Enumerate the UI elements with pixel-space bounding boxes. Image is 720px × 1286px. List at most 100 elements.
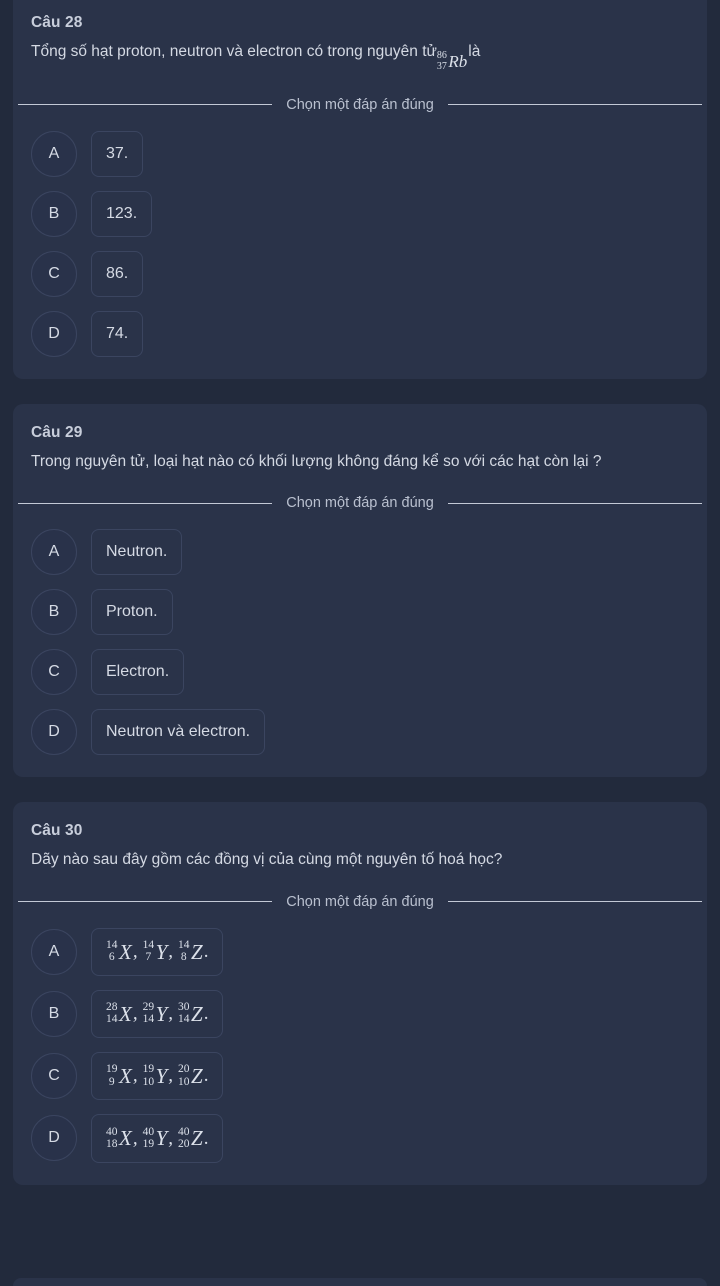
isotope-mass-number: 19 [142, 1063, 155, 1076]
choose-answer-label: Chọn một đáp án đúng [286, 495, 434, 512]
question-number: Câu 29 [31, 423, 83, 441]
option-row[interactable]: A Neutron. [31, 529, 689, 576]
question-card: Câu 30 Dãy nào sau đây gồm các đồng vị c… [13, 802, 707, 1185]
option-answer-box[interactable]: 123. [91, 190, 153, 237]
isotope-symbol: Z [191, 1001, 203, 1026]
choose-answer-divider: Chọn một đáp án đúng [13, 894, 707, 910]
isotope-mass-number: 40 [142, 1125, 155, 1138]
isotope-atomic-number: 20 [178, 1137, 190, 1150]
isotope-symbol: Z [191, 1126, 203, 1151]
isotope-mass-number: 40 [106, 1125, 118, 1138]
isotope-atomic-number: 8 [180, 951, 187, 964]
isotope-symbol: Z [191, 939, 203, 964]
choose-answer-label: Chọn một đáp án đúng [286, 893, 434, 910]
choose-answer-divider: Chọn một đáp án đúng [13, 97, 707, 113]
question-number: Câu 28 [31, 14, 83, 31]
divider-rule-right [447, 901, 702, 903]
isotope-atomic-number: 14 [178, 1013, 190, 1026]
isotope-symbol: Rb [448, 51, 468, 71]
options-list: A 14 6 X, 14 7 Y, 14 8 Z. B 28 14 X, 29 14 Y, 30 14… [31, 920, 689, 1163]
isotope-mass-number: 14 [142, 938, 155, 951]
option-answer-box[interactable]: 37. [91, 130, 144, 177]
option-row[interactable]: A 37. [31, 130, 689, 177]
option-key-badge[interactable]: D [31, 310, 77, 357]
question-text: Tổng số hạt proton, neutron và electron … [31, 41, 689, 75]
option-key-badge[interactable]: A [31, 928, 77, 975]
option-key-badge[interactable]: C [31, 250, 77, 297]
isotope-atomic-number: 10 [142, 1075, 155, 1088]
isotope-atomic-number: 6 [108, 951, 115, 964]
next-question-card-peek [13, 1278, 707, 1286]
question-text-suffix: là [468, 43, 481, 60]
isotope-mass-number: 14 [106, 938, 118, 951]
option-answer-box[interactable]: 14 6 X, 14 7 Y, 14 8 Z. [91, 927, 224, 976]
option-row[interactable]: C Electron. [31, 649, 689, 696]
isotope-atomic-number: 18 [106, 1137, 118, 1150]
option-key-badge[interactable]: C [31, 649, 77, 696]
divider-rule-left [18, 104, 273, 106]
option-answer-box[interactable]: 19 9 X, 19 10 Y, 20 10 Z. [91, 1052, 224, 1101]
isotope-symbol: Y [155, 1064, 168, 1089]
choose-answer-divider: Chọn một đáp án đúng [13, 495, 707, 511]
isotope-symbol: X [119, 939, 132, 964]
isotope-mass-number: 30 [178, 1001, 190, 1014]
option-row[interactable]: C 19 9 X, 19 10 Y, 20 10 Z. [31, 1052, 689, 1101]
isotope-series: 28 14 X, 29 14 Y, 30 14 Z. [106, 1001, 209, 1026]
inline-isotope: 86 37 Rb [437, 50, 468, 75]
option-row[interactable]: C 86. [31, 250, 689, 297]
question-card: Câu 28 Tổng số hạt proton, neutron và el… [13, 0, 707, 379]
option-answer-box[interactable]: 74. [91, 310, 144, 357]
question-card: Câu 29 Trong nguyên tử, loại hạt nào có … [13, 403, 707, 778]
option-answer-box[interactable]: Electron. [91, 649, 185, 696]
isotope-symbol: Y [155, 1126, 168, 1151]
divider-rule-right [447, 502, 702, 504]
quiz-page: Câu 28 Tổng số hạt proton, neutron và el… [0, 0, 720, 1286]
option-answer-box[interactable]: 40 18 X, 40 19 Y, 40 20 Z. [91, 1114, 224, 1163]
isotope-series: 19 9 X, 19 10 Y, 20 10 Z. [106, 1063, 209, 1089]
isotope-symbol: X [119, 1064, 132, 1089]
option-row[interactable]: D Neutron và electron. [31, 709, 689, 756]
divider-rule-left [18, 502, 273, 504]
option-answer-box[interactable]: 86. [91, 250, 144, 297]
isotope-mass-number: 19 [106, 1063, 118, 1076]
options-list: A Neutron. B Proton. C Electron. D Neutr… [31, 521, 689, 756]
option-key-badge[interactable]: D [31, 709, 77, 756]
isotope-symbol: Y [155, 939, 168, 964]
option-row[interactable]: A 14 6 X, 14 7 Y, 14 8 Z. [31, 927, 689, 976]
isotope-symbol: X [119, 1126, 132, 1151]
isotope-atomic-number: 14 [106, 1013, 118, 1026]
option-answer-box[interactable]: Neutron. [91, 529, 183, 576]
isotope-atomic-number: 7 [145, 951, 152, 964]
isotope-symbol: Y [155, 1001, 168, 1026]
isotope-atomic-number: 10 [178, 1075, 190, 1088]
option-key-badge[interactable]: D [31, 1115, 77, 1162]
option-key-badge[interactable]: B [31, 589, 77, 636]
option-key-badge[interactable]: B [31, 190, 77, 237]
question-text-body: Tổng số hạt proton, neutron và electron … [31, 43, 437, 60]
isotope-mass-number: 20 [178, 1063, 190, 1076]
option-answer-box[interactable]: Neutron và electron. [91, 709, 266, 756]
option-key-badge[interactable]: C [31, 1053, 77, 1100]
isotope-atomic-number: 19 [142, 1137, 155, 1150]
options-list: A 37. B 123. C 86. D 74. [31, 123, 689, 357]
option-answer-box[interactable]: Proton. [91, 589, 173, 636]
option-row[interactable]: D 40 18 X, 40 19 Y, 40 20 Z. [31, 1114, 689, 1163]
isotope-mass-number: 14 [178, 938, 190, 951]
option-row[interactable]: B 28 14 X, 29 14 Y, 30 14 Z. [31, 989, 689, 1039]
option-answer-box[interactable]: 28 14 X, 29 14 Y, 30 14 Z. [91, 989, 224, 1039]
question-number: Câu 30 [31, 822, 83, 840]
option-key-badge[interactable]: B [31, 990, 77, 1037]
choose-answer-label: Chọn một đáp án đúng [286, 96, 434, 113]
isotope-mass-number: 29 [142, 1001, 155, 1014]
option-key-badge[interactable]: A [31, 529, 77, 576]
isotope-mass-number: 28 [106, 1001, 118, 1014]
isotope-series: 14 6 X, 14 7 Y, 14 8 Z. [106, 938, 209, 964]
question-text: Dãy nào sau đây gồm các đồng vị của cùng… [31, 851, 503, 869]
divider-rule-left [18, 901, 273, 903]
question-text: Trong nguyên tử, loại hạt nào có khối lư… [31, 452, 602, 470]
option-row[interactable]: B 123. [31, 190, 689, 237]
option-row[interactable]: D 74. [31, 310, 689, 357]
option-key-badge[interactable]: A [31, 130, 77, 177]
isotope-atomic-number: 14 [142, 1013, 155, 1026]
option-row[interactable]: B Proton. [31, 589, 689, 636]
